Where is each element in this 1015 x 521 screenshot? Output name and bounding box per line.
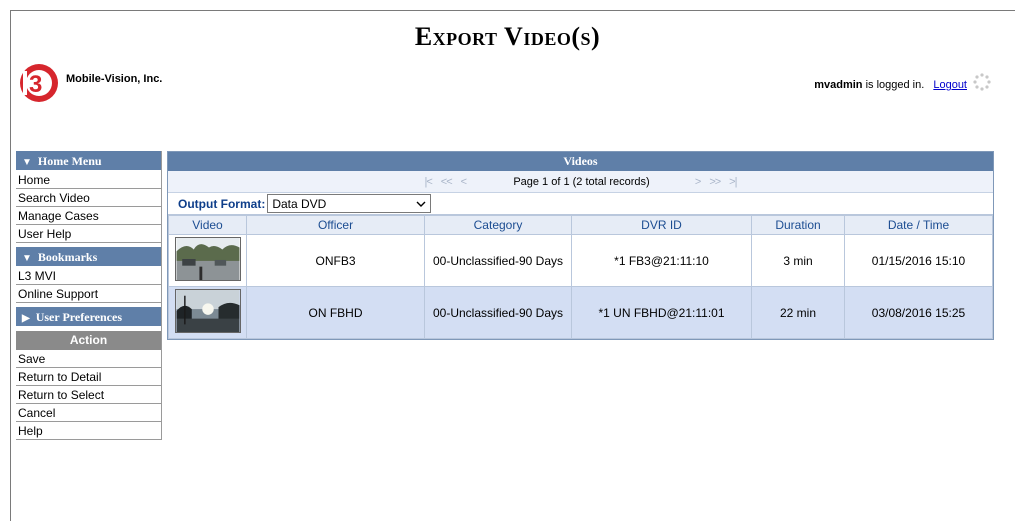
next-fast-button[interactable]: >> bbox=[709, 176, 721, 188]
l3-logo: 3 bbox=[20, 64, 58, 102]
videos-panel: Videos |< << < Page 1 of 1 (2 total reco… bbox=[167, 151, 994, 340]
video-cell[interactable] bbox=[168, 286, 247, 339]
output-format-select[interactable]: Data DVD bbox=[267, 194, 432, 213]
table-row[interactable]: ON FBHD 00-Unclassified-90 Days *1 UN FB… bbox=[168, 286, 993, 339]
bookmarks-header[interactable]: ▼ Bookmarks bbox=[16, 247, 161, 267]
chevron-down-icon bbox=[416, 201, 426, 207]
login-status: mvadmin is logged in. Logout bbox=[814, 79, 967, 91]
logout-link[interactable]: Logout bbox=[933, 79, 967, 91]
username: mvadmin bbox=[814, 79, 863, 91]
table-row[interactable]: ONFB3 00-Unclassified-90 Days *1 FB3@21:… bbox=[168, 234, 993, 287]
video-thumbnail[interactable] bbox=[174, 237, 241, 281]
sidebar-item-user-help[interactable]: User Help bbox=[16, 225, 161, 243]
page-title: Export Video(s) bbox=[414, 22, 601, 51]
company-name: Mobile-Vision, Inc. bbox=[66, 73, 163, 85]
next-page-button[interactable]: > bbox=[695, 176, 702, 188]
datetime-cell: 01/15/2016 15:10 bbox=[844, 234, 993, 287]
logged-in-text: is logged in. bbox=[865, 79, 925, 91]
col-video: Video bbox=[168, 215, 247, 235]
datetime-cell: 03/08/2016 15:25 bbox=[844, 286, 993, 339]
output-format-label: Output Format: bbox=[178, 196, 266, 211]
sidebar-item-l3-mvi[interactable]: L3 MVI bbox=[16, 267, 161, 285]
output-format-row: Output Format: Data DVD bbox=[168, 193, 993, 215]
pager-back-group: |< << < bbox=[407, 176, 483, 188]
action-header: Action bbox=[16, 331, 161, 350]
table-header-row: Video Officer Category DVR ID Duration D… bbox=[168, 215, 993, 235]
officer-cell: ONFB3 bbox=[246, 234, 425, 287]
prev-fast-button[interactable]: << bbox=[441, 176, 453, 188]
dvr-id-cell: *1 FB3@21:11:10 bbox=[571, 234, 752, 287]
sidebar-item-home[interactable]: Home bbox=[16, 171, 161, 189]
col-category: Category bbox=[424, 215, 572, 235]
last-page-button[interactable]: >| bbox=[729, 176, 737, 188]
videos-header: Videos bbox=[168, 152, 993, 171]
video-thumbnail[interactable] bbox=[174, 289, 241, 333]
sidebar-item-search-video[interactable]: Search Video bbox=[16, 189, 161, 207]
prev-page-button[interactable]: < bbox=[461, 176, 468, 188]
first-page-button[interactable]: |< bbox=[425, 176, 433, 188]
col-dvr-id: DVR ID bbox=[571, 215, 752, 235]
triangle-down-icon: ▼ bbox=[22, 157, 32, 168]
svg-text:3: 3 bbox=[29, 71, 42, 98]
triangle-down-icon: ▼ bbox=[22, 253, 32, 264]
dvr-id-cell: *1 UN FBHD@21:11:01 bbox=[571, 286, 752, 339]
category-cell: 00-Unclassified-90 Days bbox=[424, 286, 572, 339]
pager: |< << < Page 1 of 1 (2 total records) > … bbox=[168, 171, 993, 193]
videos-table: Video Officer Category DVR ID Duration D… bbox=[168, 215, 993, 339]
sidebar-item-manage-cases[interactable]: Manage Cases bbox=[16, 207, 161, 225]
col-date-time: Date / Time bbox=[844, 215, 993, 235]
duration-cell: 3 min bbox=[751, 234, 845, 287]
col-duration: Duration bbox=[751, 215, 845, 235]
triangle-right-icon: ▶ bbox=[22, 313, 30, 324]
officer-cell: ON FBHD bbox=[246, 286, 425, 339]
action-return-to-select[interactable]: Return to Select bbox=[16, 386, 161, 404]
duration-cell: 22 min bbox=[751, 286, 845, 339]
video-cell[interactable] bbox=[168, 234, 247, 287]
output-format-value: Data DVD bbox=[272, 196, 327, 211]
col-officer: Officer bbox=[246, 215, 425, 235]
action-return-to-detail[interactable]: Return to Detail bbox=[16, 368, 161, 386]
action-help[interactable]: Help bbox=[16, 422, 161, 440]
sidebar: ▼ Home Menu Home Search Video Manage Case… bbox=[16, 151, 162, 440]
sidebar-item-online-support[interactable]: Online Support bbox=[16, 285, 161, 303]
pager-info: Page 1 of 1 (2 total records) bbox=[513, 175, 650, 188]
home-menu-header[interactable]: ▼ Home Menu bbox=[16, 151, 161, 171]
pager-forward-group: > >> >| bbox=[678, 176, 754, 188]
category-cell: 00-Unclassified-90 Days bbox=[424, 234, 572, 287]
action-save[interactable]: Save bbox=[16, 350, 161, 368]
loading-spinner-icon bbox=[973, 73, 991, 91]
action-cancel[interactable]: Cancel bbox=[16, 404, 161, 422]
user-preferences-header[interactable]: ▶ User Preferences bbox=[16, 307, 161, 327]
